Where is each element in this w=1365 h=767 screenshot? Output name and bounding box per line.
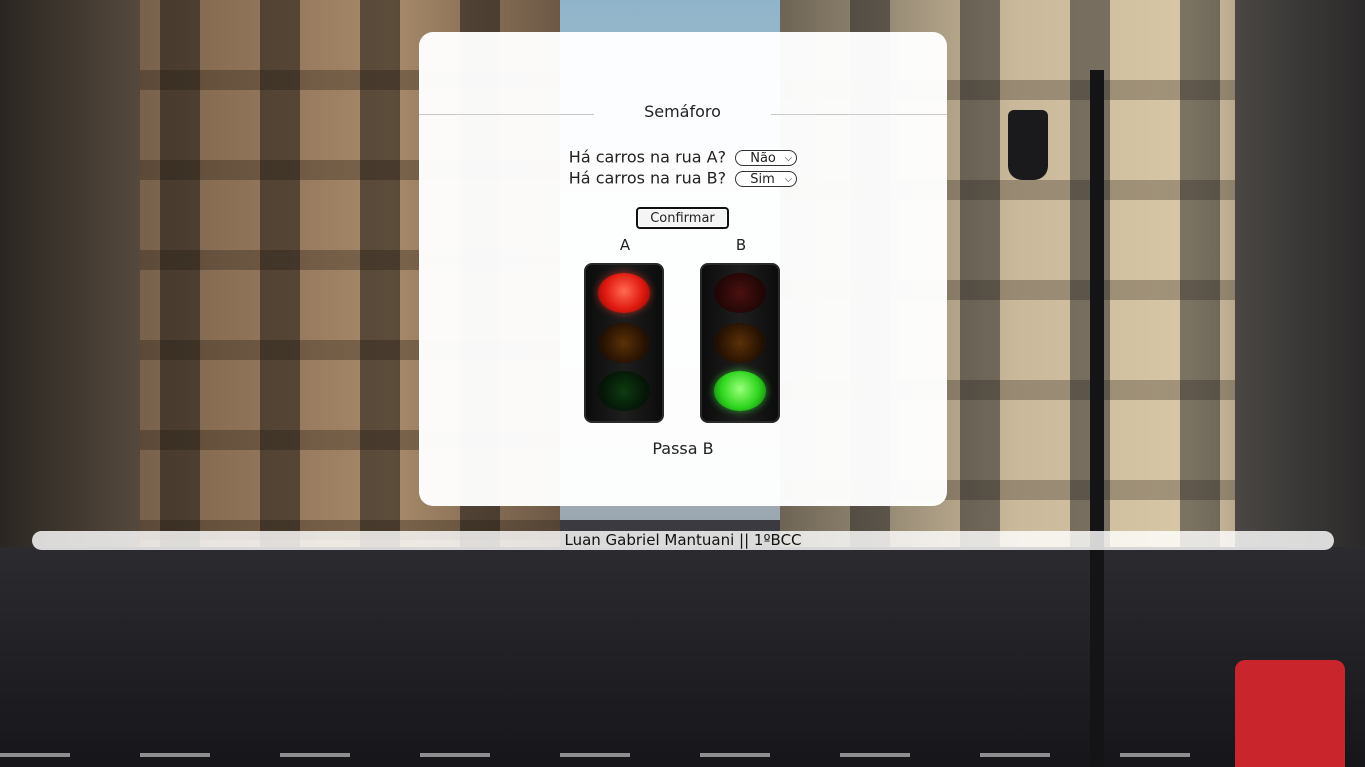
red-light-icon (714, 273, 766, 313)
result-text: Passa B (652, 439, 714, 458)
red-light-icon (598, 273, 650, 313)
green-light-icon (598, 371, 650, 411)
street (0, 547, 1365, 767)
yellow-light-icon (714, 323, 766, 363)
question-a-label: Há carros na rua A? (568, 147, 727, 167)
lamp-post (1090, 70, 1104, 767)
street-line (0, 753, 1365, 757)
yellow-light-icon (598, 323, 650, 363)
chevron-down-icon: ⌵ (784, 152, 793, 164)
question-row-a: Há carros na rua A? Não ⌵ (419, 146, 947, 168)
street-lamp (1008, 110, 1048, 180)
green-light-icon (714, 371, 766, 411)
traffic-light-b (700, 263, 780, 423)
signal-a-label: A (619, 236, 631, 254)
title-divider-left (419, 114, 594, 115)
street-b-select[interactable]: Sim ⌵ (735, 170, 798, 187)
footer-credit: Luan Gabriel Mantuani || 1ºBCC (32, 531, 1334, 550)
news-box (1235, 660, 1345, 767)
question-row-b: Há carros na rua B? Sim ⌵ (419, 167, 947, 189)
chevron-down-icon: ⌵ (784, 173, 793, 185)
traffic-light-a (584, 263, 664, 423)
title-divider-right (771, 114, 947, 115)
street-b-select-value: Sim (750, 171, 775, 187)
street-a-select-value: Não (750, 150, 776, 166)
question-b-label: Há carros na rua B? (568, 168, 727, 188)
page-title: Semáforo (644, 102, 721, 121)
confirm-button[interactable]: Confirmar (636, 207, 729, 229)
traffic-light-card: Semáforo Há carros na rua A? Não ⌵ Há ca… (419, 32, 947, 506)
signal-b-label: B (735, 236, 747, 254)
street-a-select[interactable]: Não ⌵ (735, 149, 798, 166)
